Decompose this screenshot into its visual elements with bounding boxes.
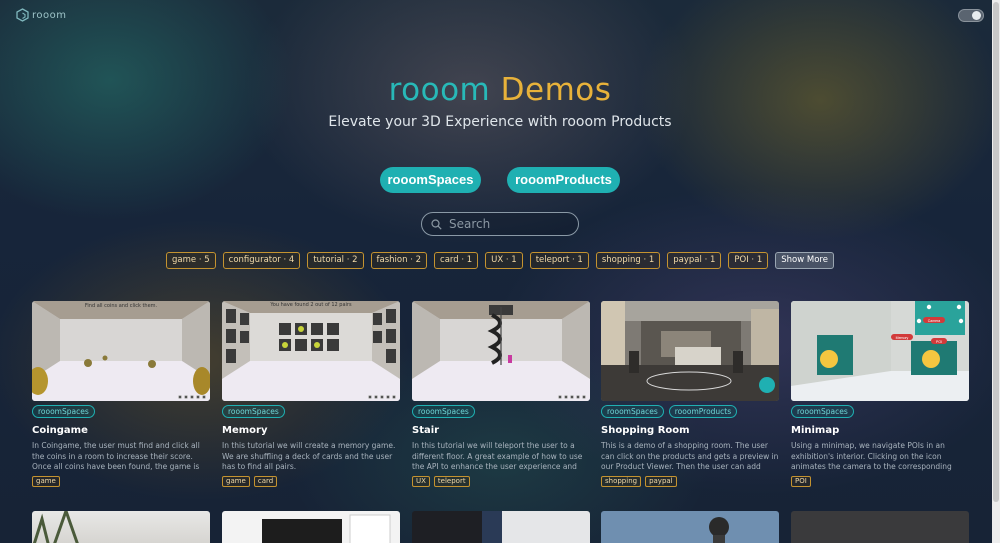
demo-card-minimap[interactable]: Camera Memory POI rooomSpaces Minimap Us… bbox=[791, 301, 969, 487]
theme-toggle[interactable] bbox=[958, 9, 984, 22]
card-title[interactable]: Minimap bbox=[791, 425, 969, 436]
moon-icon bbox=[972, 11, 981, 20]
card-description: In Coingame, the user must find and clic… bbox=[32, 441, 200, 473]
card-thumbnail[interactable]: You have found 2 out of 12 pairs bbox=[222, 301, 400, 401]
card-category-tag[interactable]: rooomSpaces bbox=[222, 405, 285, 418]
filter-tag-shopping[interactable]: shopping · 1 bbox=[595, 252, 661, 269]
search-placeholder: Search bbox=[449, 217, 491, 231]
logo-text: rooom bbox=[32, 9, 67, 21]
card-category-tag[interactable]: rooomSpaces bbox=[412, 405, 475, 418]
card-category-tag[interactable]: rooomSpaces bbox=[601, 405, 664, 418]
search-input[interactable]: Search bbox=[421, 212, 579, 236]
minimap-label-memory: Memory bbox=[896, 336, 909, 340]
card-tag[interactable]: POI bbox=[791, 476, 811, 487]
filter-tag-game[interactable]: game · 5 bbox=[166, 252, 216, 269]
demo-card-stair[interactable]: rooomSpaces Stair In this tutorial we wi… bbox=[412, 301, 590, 487]
filter-tag-teleport[interactable]: teleport · 1 bbox=[529, 252, 589, 269]
demo-card-thumbnail-row2[interactable] bbox=[791, 511, 969, 543]
filter-tag-ux[interactable]: UX · 1 bbox=[485, 252, 523, 269]
card-description: In this tutorial we will teleport the us… bbox=[412, 441, 583, 473]
viewer-controls bbox=[178, 395, 206, 399]
demo-card-thumbnail-row2[interactable] bbox=[412, 511, 590, 543]
search-icon bbox=[431, 218, 442, 230]
card-tag[interactable]: game bbox=[222, 476, 250, 487]
card-thumbnail[interactable] bbox=[412, 301, 590, 401]
card-tag[interactable]: UX bbox=[412, 476, 430, 487]
card-description: This is a demo of a shopping room. The u… bbox=[601, 441, 779, 473]
card-thumbnail[interactable]: Camera Memory POI bbox=[791, 301, 969, 401]
card-description: In this tutorial we will create a memory… bbox=[222, 441, 396, 471]
card-category-tag[interactable]: rooomSpaces bbox=[791, 405, 854, 418]
page-title: rooom Demos bbox=[0, 72, 1000, 108]
rooom-cube-icon bbox=[16, 8, 29, 22]
category-button-rooomproducts[interactable]: rooomProducts bbox=[507, 167, 620, 193]
brand-logo[interactable]: rooom bbox=[16, 8, 67, 22]
viewer-controls bbox=[368, 395, 396, 399]
viewer-controls bbox=[558, 395, 586, 399]
filter-tag-configurator[interactable]: configurator · 4 bbox=[222, 252, 301, 269]
filter-tag-paypal[interactable]: paypal · 1 bbox=[667, 252, 722, 269]
filter-tag-card[interactable]: card · 1 bbox=[434, 252, 479, 269]
card-title[interactable]: Stair bbox=[412, 425, 590, 436]
card-description: Using a minimap, we navigate POIs in an … bbox=[791, 441, 952, 473]
card-tag[interactable]: card bbox=[253, 476, 278, 487]
demo-card-thumbnail-row2[interactable] bbox=[32, 511, 210, 543]
thumbnail-caption: Find all coins and click them. bbox=[84, 303, 158, 309]
card-thumbnail[interactable] bbox=[601, 301, 779, 401]
demo-card-coingame[interactable]: Find all coins and click them. rooomSpac… bbox=[32, 301, 210, 487]
demo-card-memory[interactable]: You have found 2 out of 12 pairs rooomSp… bbox=[222, 301, 400, 487]
card-title[interactable]: Coingame bbox=[32, 425, 210, 436]
demo-card-thumbnail-row2[interactable] bbox=[222, 511, 400, 543]
card-title[interactable]: Memory bbox=[222, 425, 400, 436]
card-tag[interactable]: paypal bbox=[645, 476, 677, 487]
filter-tag-fashion[interactable]: fashion · 2 bbox=[370, 252, 428, 269]
card-title[interactable]: Shopping Room bbox=[601, 425, 779, 436]
thumbnail-caption: You have found 2 out of 12 pairs bbox=[270, 302, 352, 308]
card-tag[interactable]: shopping bbox=[601, 476, 642, 487]
title-part-rooom: rooom bbox=[388, 72, 491, 108]
show-more-button[interactable]: Show More bbox=[775, 252, 834, 269]
filter-tag-poi[interactable]: POI · 1 bbox=[728, 252, 769, 269]
title-part-demos: Demos bbox=[500, 72, 612, 108]
demo-card-shopping-room[interactable]: rooomSpaces rooomProducts Shopping Room … bbox=[601, 301, 779, 487]
card-tag[interactable]: teleport bbox=[433, 476, 470, 487]
demo-card-thumbnail-row2[interactable] bbox=[601, 511, 779, 543]
page-subtitle: Elevate your 3D Experience with rooom Pr… bbox=[328, 114, 672, 130]
minimap-label-poi: POI bbox=[936, 340, 942, 344]
filter-tag-list: game · 5 configurator · 4 tutorial · 2 f… bbox=[0, 252, 1000, 269]
minimap-label-camera: Camera bbox=[928, 319, 941, 323]
card-tag[interactable]: game bbox=[32, 476, 60, 487]
category-button-rooomspaces[interactable]: rooomSpaces bbox=[380, 167, 481, 193]
card-category-tag[interactable]: rooomSpaces bbox=[32, 405, 95, 418]
filter-tag-tutorial[interactable]: tutorial · 2 bbox=[307, 252, 364, 269]
card-thumbnail[interactable]: Find all coins and click them. bbox=[32, 301, 210, 401]
card-category-tag[interactable]: rooomProducts bbox=[668, 405, 738, 418]
